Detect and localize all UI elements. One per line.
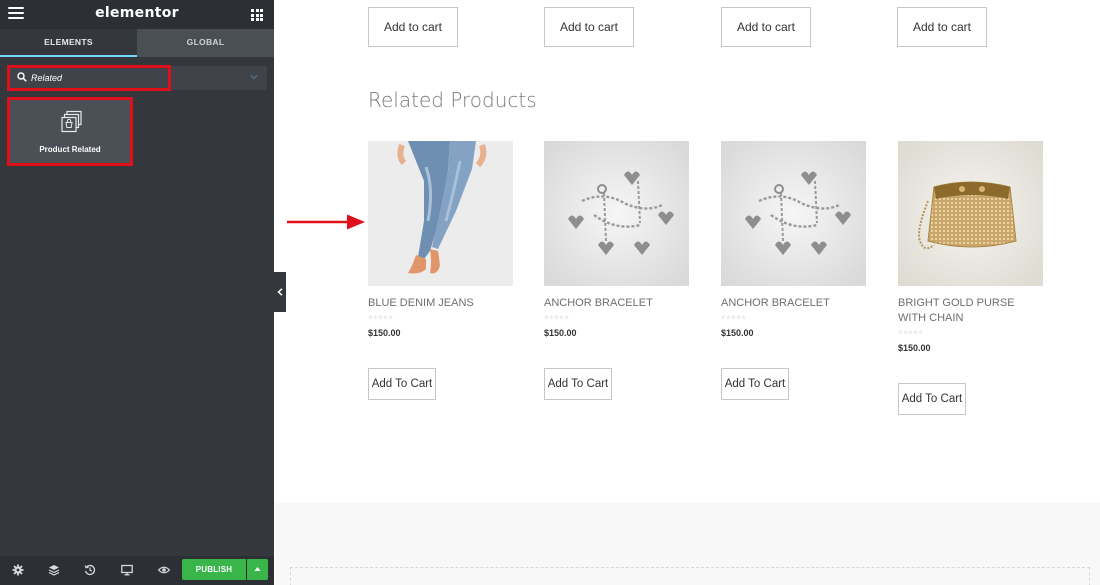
- product-name[interactable]: BRIGHT GOLD PURSE WITH CHAIN: [898, 296, 1043, 326]
- add-to-cart-button[interactable]: Add to cart: [544, 7, 634, 47]
- add-to-cart-button[interactable]: Add To Cart: [544, 368, 612, 400]
- star-rating: ☆☆☆☆☆: [721, 315, 747, 321]
- product-price: $150.00: [721, 328, 754, 338]
- chevron-left-icon: [277, 288, 283, 296]
- history-icon[interactable]: [84, 564, 96, 576]
- bracelet-image: [721, 141, 866, 286]
- product-name[interactable]: ANCHOR BRACELET: [544, 296, 689, 311]
- product-price: $150.00: [898, 343, 931, 353]
- publish-options-button[interactable]: [247, 559, 268, 580]
- star-rating: ☆☆☆☆☆: [368, 315, 394, 321]
- add-to-cart-button[interactable]: Add to cart: [721, 7, 811, 47]
- product-price: $150.00: [544, 328, 577, 338]
- bracelet-image: [544, 141, 689, 286]
- editor-screen: elementor ELEMENTS GLOBAL Related Produc…: [0, 0, 1100, 585]
- purse-image: [898, 141, 1043, 286]
- jeans-image: [368, 141, 513, 286]
- collapse-panel-toggle[interactable]: [274, 272, 286, 312]
- elementor-logo: elementor: [95, 5, 179, 21]
- product-related-icon: [61, 110, 82, 133]
- add-section-dropzone[interactable]: [290, 567, 1090, 585]
- product-image[interactable]: [368, 141, 513, 286]
- product-name[interactable]: BLUE DENIM JEANS: [368, 296, 513, 311]
- settings-icon[interactable]: [12, 564, 24, 576]
- publish-button[interactable]: PUBLISH: [182, 559, 246, 580]
- navigator-layers-icon[interactable]: [48, 564, 60, 576]
- chevron-up-icon: [254, 567, 261, 571]
- add-to-cart-button[interactable]: Add to cart: [897, 7, 987, 47]
- product-price: $150.00: [368, 328, 401, 338]
- tab-elements[interactable]: ELEMENTS: [0, 29, 137, 57]
- preview-eye-icon[interactable]: [158, 564, 170, 576]
- panel-header: elementor: [0, 0, 274, 29]
- chevron-down-icon[interactable]: [250, 73, 258, 81]
- star-rating: ☆☆☆☆☆: [544, 315, 570, 321]
- product-image[interactable]: [898, 141, 1043, 286]
- product-image[interactable]: [721, 141, 866, 286]
- panel-tabs: ELEMENTS GLOBAL: [0, 29, 274, 57]
- product-related-widget[interactable]: Product Related: [7, 97, 133, 166]
- widgets-grid-icon[interactable]: [251, 9, 263, 21]
- add-to-cart-button[interactable]: Add To Cart: [898, 383, 966, 415]
- add-to-cart-button[interactable]: Add To Cart: [368, 368, 436, 400]
- product-image[interactable]: [544, 141, 689, 286]
- elementor-panel: elementor ELEMENTS GLOBAL Related Produc…: [0, 0, 274, 585]
- star-rating: ☆☆☆☆☆: [898, 330, 924, 336]
- annotation-arrow: [287, 214, 365, 230]
- widget-label: Product Related: [39, 145, 101, 154]
- add-to-cart-button[interactable]: Add To Cart: [721, 368, 789, 400]
- section-title: Related Products: [368, 88, 537, 112]
- search-highlight-box: [7, 65, 171, 91]
- tab-global[interactable]: GLOBAL: [137, 29, 274, 57]
- product-name[interactable]: ANCHOR BRACELET: [721, 296, 866, 311]
- add-to-cart-button[interactable]: Add to cart: [368, 7, 458, 47]
- responsive-mode-icon[interactable]: [121, 564, 133, 576]
